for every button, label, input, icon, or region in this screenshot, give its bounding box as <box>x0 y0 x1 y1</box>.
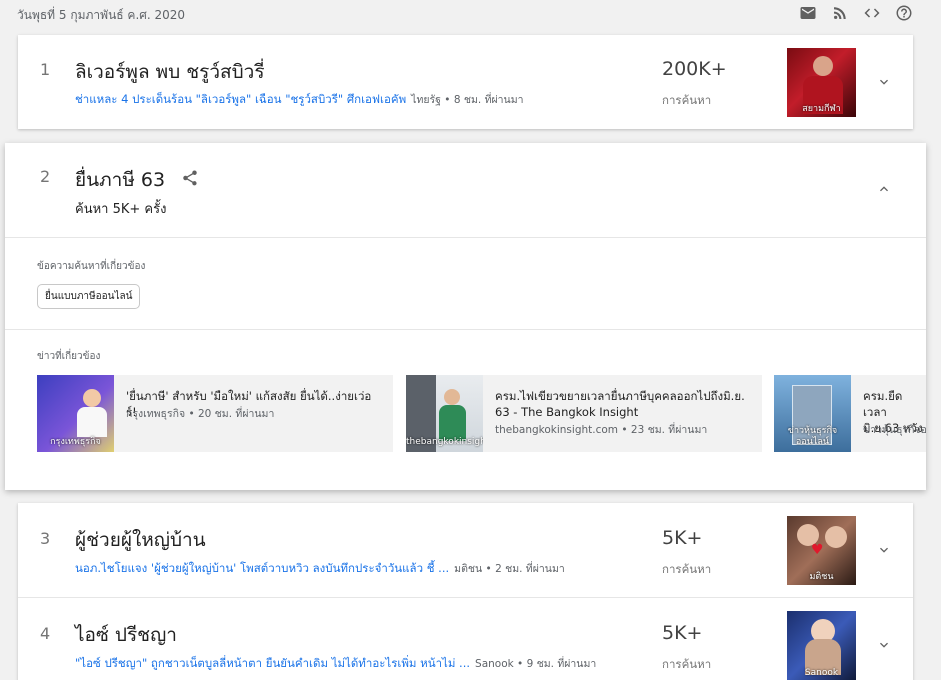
trend-article-link[interactable]: ช่าแหละ 4 ประเด็นร้อน "ลิเวอร์พูล" เฉือน… <box>75 92 406 106</box>
trend-article-link[interactable]: นอภ.ไชโยแจง 'ผู้ช่วยผู้ใหญ่บ้าน' โพสต์วา… <box>75 561 449 575</box>
chevron-down-icon[interactable] <box>876 542 892 558</box>
search-count: 200K+ <box>662 58 727 80</box>
trend-rank: 1 <box>40 60 51 79</box>
chevron-down-icon[interactable] <box>876 74 892 90</box>
news-meta: กรุงเทพธุรกิจ • 20 ชม. ที่ผ่านมา <box>126 408 275 420</box>
news-image-caption: ข่าวหุ้นธุรกิจ ออนไลน์ <box>787 426 838 447</box>
embed-code-icon[interactable] <box>863 4 881 22</box>
trend-rank: 4 <box>40 624 51 643</box>
heart-icon: ♥ <box>811 542 824 558</box>
trend-thumbnail[interactable]: สยามกีฬา <box>787 48 856 117</box>
mail-icon[interactable] <box>799 4 817 22</box>
divider <box>5 237 926 238</box>
news-meta: ข่าวหุ้นธุรกิจอ <box>863 424 926 436</box>
trend-title[interactable]: ยื่นภาษี 63 <box>75 165 165 195</box>
trend-article-source: Sanook • 9 ชม. ที่ผ่านมา <box>475 658 597 670</box>
trend-article-link[interactable]: "ไอซ์ ปรีชญา" ถูกชาวเน็ตบูลลี่หน้าตา ยืน… <box>75 656 470 670</box>
chevron-down-icon[interactable] <box>876 637 892 653</box>
trend-card-group: 3 ผู้ช่วยผู้ใหญ่บ้าน นอภ.ไชโยแจง 'ผู้ช่ว… <box>18 503 913 680</box>
news-image-caption: thebangkokinsight.com <box>406 437 483 447</box>
news-thumbnail: thebangkokinsight.com <box>406 375 483 452</box>
trend-card-4[interactable]: 4 ไอซ์ ปรีชญา "ไอซ์ ปรีชญา" ถูกชาวเน็ตบู… <box>18 598 913 680</box>
thumbnail-caption: มติชน <box>809 572 834 582</box>
trend-article-source: ไทยรัฐ • 8 ชม. ที่ผ่านมา <box>411 94 524 106</box>
trend-article-source: มติชน • 2 ชม. ที่ผ่านมา <box>454 563 565 575</box>
trend-card-1[interactable]: 1 ลิเวอร์พูล พบ ชรูว์สบิวรี่ ช่าแหละ 4 ป… <box>18 35 913 129</box>
thumbnail-caption: Sanook <box>804 668 839 678</box>
trend-article: นอภ.ไชโยแจง 'ผู้ช่วยผู้ใหญ่บ้าน' โพสต์วา… <box>75 560 635 578</box>
search-count-label: การค้นหา <box>662 93 712 107</box>
trend-thumbnail[interactable]: Sanook <box>787 611 856 680</box>
trend-title[interactable]: ลิเวอร์พูล พบ ชรูว์สบิวรี่ <box>75 57 265 87</box>
search-count-text: ค้นหา 5K+ ครั้ง <box>75 202 167 217</box>
related-news-item-3[interactable]: ข่าวหุ้นธุรกิจ ออนไลน์ ครม.ยืดเวลา มิ.ย.… <box>774 375 926 452</box>
related-news-item-2[interactable]: thebangkokinsight.com ครม.ไฟเขียวขยายเวล… <box>406 375 762 452</box>
trend-rank: 2 <box>40 167 51 186</box>
top-icons <box>799 4 913 22</box>
help-icon[interactable] <box>895 4 913 22</box>
related-queries-label: ข้อความค้นหาที่เกี่ยวข้อง <box>37 261 146 272</box>
news-meta: thebangkokinsight.com • 23 ชม. ที่ผ่านมา <box>495 424 708 436</box>
top-bar: วันพุธที่ 5 กุมภาพันธ์ ค.ศ. 2020 <box>0 0 941 28</box>
share-icon[interactable] <box>181 169 199 187</box>
news-thumbnail: กรุงเทพธุรกิจ <box>37 375 114 452</box>
trend-title[interactable]: ผู้ช่วยผู้ใหญ่บ้าน <box>75 525 206 555</box>
trend-article: "ไอซ์ ปรีชญา" ถูกชาวเน็ตบูลลี่หน้าตา ยืน… <box>75 655 635 673</box>
trend-card-2-expanded: 2 ยื่นภาษี 63 ค้นหา 5K+ ครั้ง ข้อความค้น… <box>5 143 926 490</box>
related-news-label: ข่าวที่เกี่ยวข้อง <box>37 351 101 362</box>
trend-thumbnail[interactable]: ♥ มติชน <box>787 516 856 585</box>
search-count-label: การค้นหา <box>662 657 712 671</box>
rss-icon[interactable] <box>831 4 849 22</box>
trend-card-3[interactable]: 3 ผู้ช่วยผู้ใหญ่บ้าน นอภ.ไชโยแจง 'ผู้ช่ว… <box>18 503 913 597</box>
divider <box>5 329 926 330</box>
trend-rank: 3 <box>40 529 51 548</box>
related-query-chip[interactable]: ยื่นแบบภาษีออนไลน์ <box>37 284 141 309</box>
trend-title[interactable]: ไอซ์ ปรีชญา <box>75 620 177 650</box>
chevron-up-icon[interactable] <box>876 181 892 197</box>
search-count-label: การค้นหา <box>662 562 712 576</box>
news-image-caption: กรุงเทพธุรกิจ <box>50 437 101 447</box>
search-count: 5K+ <box>662 622 703 644</box>
news-thumbnail: ข่าวหุ้นธุรกิจ ออนไลน์ <box>774 375 851 452</box>
related-news-item-1[interactable]: กรุงเทพธุรกิจ 'ยื่นภาษี' สำหรับ 'มือใหม่… <box>37 375 393 452</box>
search-count: 5K+ <box>662 527 703 549</box>
trend-article: ช่าแหละ 4 ประเด็นร้อน "ลิเวอร์พูล" เฉือน… <box>75 91 635 109</box>
thumbnail-caption: สยามกีฬา <box>802 104 841 114</box>
news-title[interactable]: ครม.ไฟเขียวขยายเวลายื่นภาษีบุคคลออกไปถึง… <box>495 388 750 420</box>
page-date: วันพุธที่ 5 กุมภาพันธ์ ค.ศ. 2020 <box>17 8 186 22</box>
